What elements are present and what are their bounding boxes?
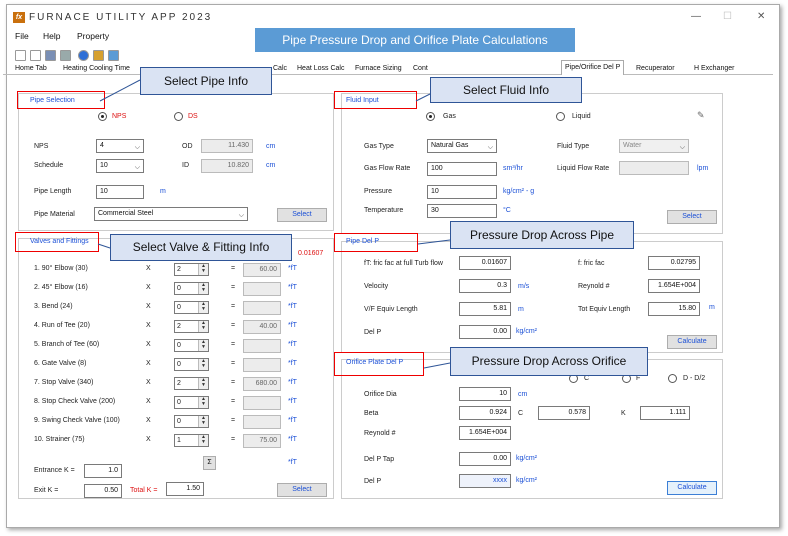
callout-leaders bbox=[97, 79, 451, 369]
fluid-info-leader bbox=[415, 93, 431, 102]
callout-select-valve-info: Select Valve & Fitting Info bbox=[110, 234, 292, 261]
pipe-dp-leader bbox=[417, 239, 451, 245]
callout-orifice-pressure-drop: Pressure Drop Across Orifice bbox=[450, 347, 648, 376]
valve-info-leader bbox=[97, 243, 111, 249]
callout-select-fluid-info: Select Fluid Info bbox=[430, 77, 582, 103]
callout-pipe-pressure-drop: Pressure Drop Across Pipe bbox=[450, 221, 634, 249]
orifice-dp-leader bbox=[423, 362, 451, 369]
pipe-info-leader bbox=[99, 79, 141, 102]
callout-select-pipe-info: Select Pipe Info bbox=[140, 67, 272, 95]
